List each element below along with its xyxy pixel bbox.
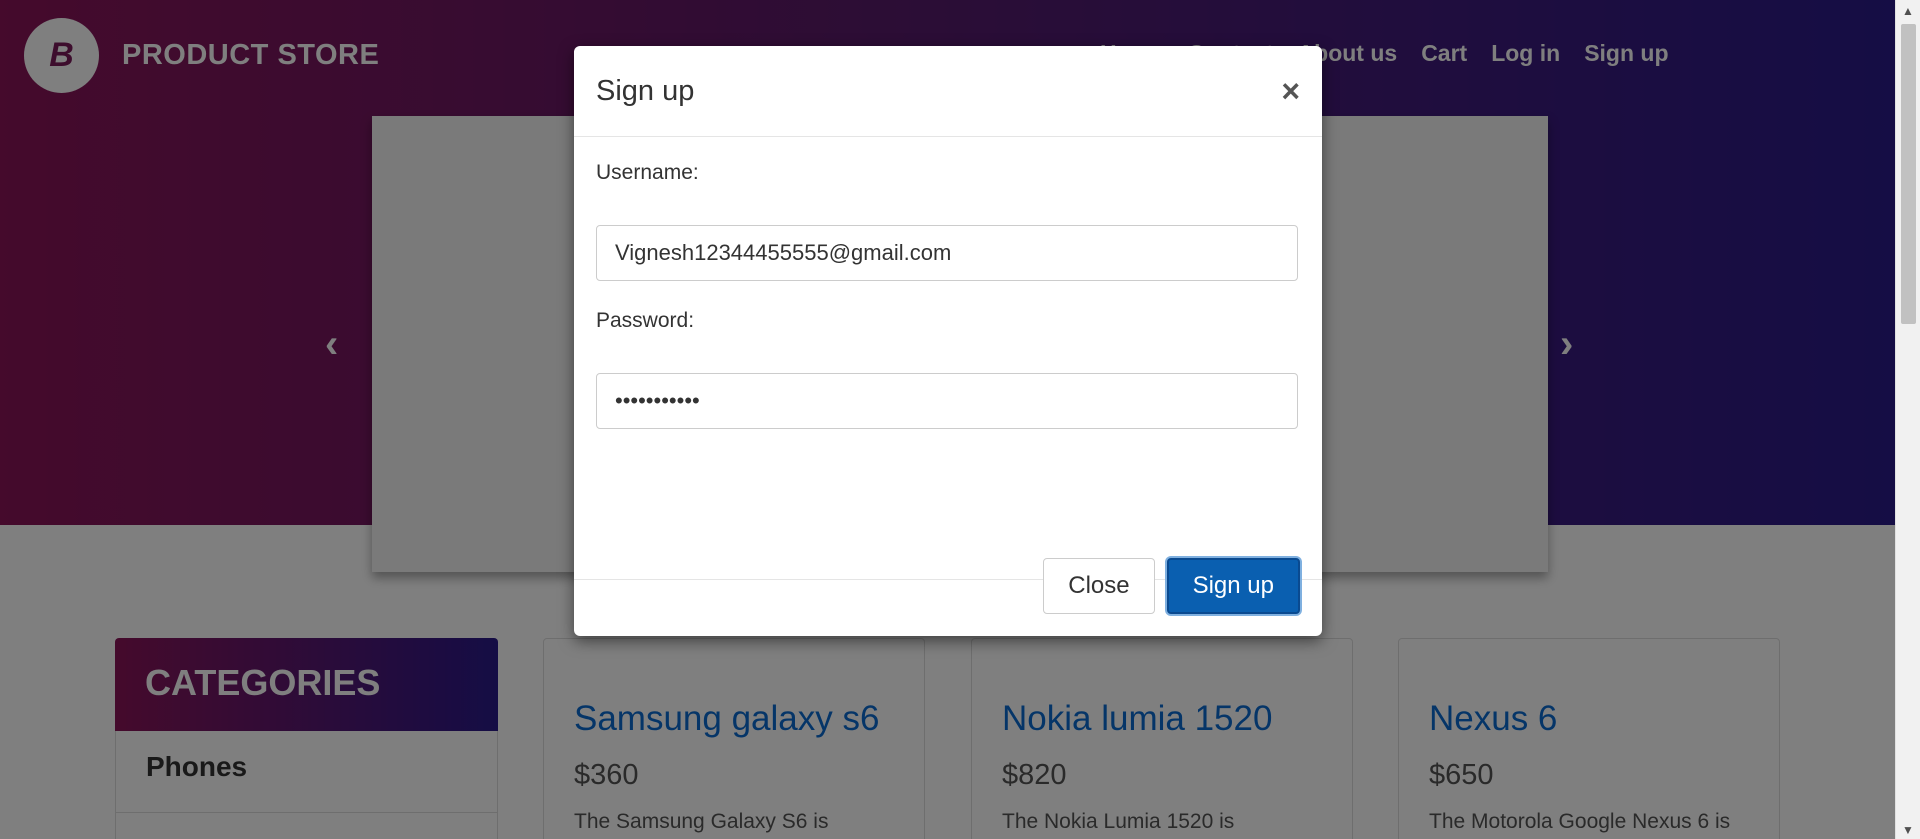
- scroll-thumb[interactable]: [1901, 24, 1916, 324]
- scroll-down-icon[interactable]: ▼: [1902, 823, 1914, 837]
- modal-footer: Close Sign up: [574, 536, 1322, 636]
- username-input[interactable]: Vignesh12344455555@gmail.com: [596, 225, 1298, 281]
- modal-body: Username: Vignesh12344455555@gmail.com P…: [574, 137, 1322, 580]
- password-label: Password:: [596, 309, 695, 332]
- signup-modal: Sign up × Username: Vignesh12344455555@g…: [574, 46, 1322, 636]
- modal-title: Sign up: [596, 74, 695, 107]
- scroll-up-icon[interactable]: ▲: [1902, 4, 1914, 18]
- close-icon[interactable]: ×: [1281, 75, 1300, 107]
- signup-button[interactable]: Sign up: [1166, 558, 1300, 614]
- page-scrollbar[interactable]: ▲ ▼: [1895, 0, 1920, 839]
- modal-header: Sign up ×: [574, 46, 1322, 137]
- close-button[interactable]: Close: [1043, 558, 1155, 614]
- password-input[interactable]: •••••••••••: [596, 373, 1298, 429]
- username-label: Username:: [596, 161, 699, 184]
